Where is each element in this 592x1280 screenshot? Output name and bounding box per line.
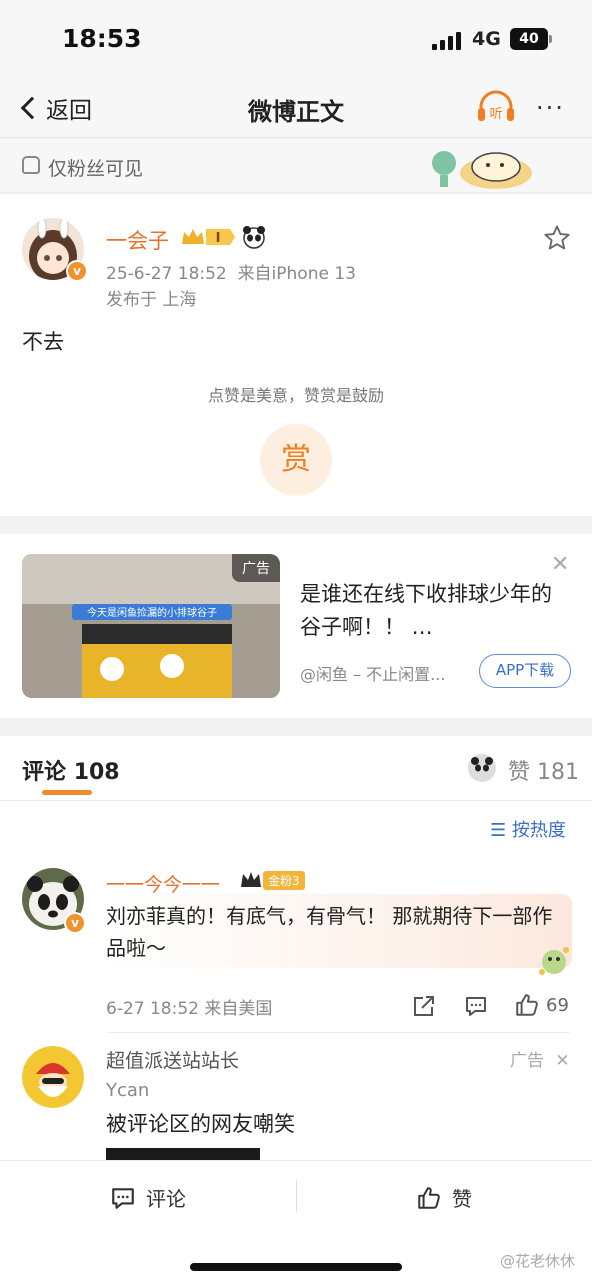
- panda-icon: [243, 226, 265, 249]
- ad-comment-tag-label: 广告: [510, 1051, 544, 1071]
- star-favorite-icon[interactable]: [543, 224, 571, 252]
- crown-level-icon: I: [182, 229, 235, 246]
- reward-button[interactable]: 赏: [260, 424, 332, 496]
- tab-comments[interactable]: 评论 108: [22, 754, 120, 786]
- sort-button[interactable]: ☰ 按热度: [490, 816, 566, 842]
- liker-avatar-icon: [468, 754, 496, 782]
- home-indicator: [190, 1263, 402, 1271]
- close-icon[interactable]: ✕: [555, 1051, 569, 1071]
- comment-icon: [112, 1187, 134, 1209]
- tab-likes-count: 181: [537, 760, 580, 785]
- ad-title[interactable]: 是谁还在线下收排球少年的谷子啊！！ …: [300, 578, 562, 644]
- battery-icon: 40: [510, 28, 552, 50]
- verified-badge-icon: v: [66, 260, 88, 282]
- verified-badge-icon: v: [64, 912, 86, 934]
- ad-badge: 广告: [232, 554, 280, 582]
- visibility-banner: 仅粉丝可见: [0, 139, 592, 193]
- divider: [0, 800, 592, 801]
- level-text: I: [216, 231, 221, 246]
- network-type: 4G: [472, 28, 501, 50]
- post-timestamp: 25-6-27 18:52: [106, 264, 227, 284]
- comments-section: 评论 108 赞 181 ☰ 按热度 v 一一今今一一 金粉3 刘亦菲真的！有底…: [0, 736, 592, 1166]
- nav-bar: 返回 微博正文 听 ···: [0, 80, 592, 138]
- bottom-comment-button[interactable]: 评论: [110, 1183, 186, 1212]
- divider: [106, 1032, 570, 1033]
- post-location: 发布于 上海: [106, 290, 197, 310]
- ad-comment-sub: Ycan: [106, 1080, 150, 1101]
- watermark: @花老休休: [500, 1252, 576, 1270]
- bottom-like-button[interactable]: 赞: [416, 1183, 472, 1212]
- headphone-icon: 听: [478, 90, 514, 122]
- thumbs-up-icon: [418, 1186, 440, 1209]
- bottom-comment-label: 评论: [146, 1187, 186, 1211]
- crown-icon: [241, 872, 261, 887]
- status-bar: 18:53 4G 40: [0, 0, 592, 80]
- share-icon[interactable]: [412, 994, 436, 1018]
- post-meta: 25-6-27 18:52 来自iPhone 13: [106, 259, 356, 284]
- listen-button[interactable]: 听: [476, 88, 516, 126]
- ad-image-caption: 今天是闲鱼捡漏的小排球谷子: [87, 606, 217, 619]
- ad-comment-tag: 广告 ✕: [510, 1046, 570, 1071]
- listen-label: 听: [489, 107, 502, 122]
- app-download-button[interactable]: APP下载: [479, 654, 571, 688]
- divider: [296, 1181, 297, 1211]
- author-name[interactable]: 一会子: [106, 225, 169, 255]
- lock-icon: [22, 156, 40, 174]
- post-source: 来自iPhone 13: [237, 264, 356, 284]
- comment-like-count: 69: [546, 994, 569, 1016]
- reward-hint: 点赞是美意，赞赏是鼓励: [207, 386, 384, 405]
- tab-comments-count: 108: [73, 760, 120, 785]
- thumbs-up-icon: [516, 994, 538, 1016]
- fan-badge-label: 金粉3: [263, 870, 305, 890]
- tab-likes-label: 赞: [508, 760, 531, 785]
- post-card: v 一会子 I 25-6-27 18:52 来自iPhone 13 发布于 上海…: [0, 194, 592, 516]
- comment-meta: 6-27 18:52 来自美国: [106, 999, 273, 1019]
- ad-comment-author[interactable]: 超值派送站站长: [106, 1046, 239, 1073]
- ad-image[interactable]: 今天是闲鱼捡漏的小排球谷子 广告: [22, 554, 280, 698]
- fan-badge: 金粉3: [240, 869, 305, 891]
- more-button[interactable]: ···: [536, 94, 565, 122]
- decoration-sticker-icon: [539, 947, 569, 975]
- visibility-label: 仅粉丝可见: [48, 158, 144, 180]
- comment-text: 刘亦菲真的！有底气，有骨气！ 那就期待下一部作品啦～: [106, 904, 553, 960]
- comment-icon[interactable]: [464, 994, 488, 1018]
- comment-like-button[interactable]: 69: [514, 992, 569, 1018]
- bottom-like-label: 赞: [452, 1187, 472, 1211]
- ad-source: @闲鱼 – 不止闲置...: [300, 665, 446, 684]
- tab-likes[interactable]: 赞 181: [508, 754, 579, 786]
- sort-label: 按热度: [511, 820, 566, 841]
- ad-card[interactable]: 今天是闲鱼捡漏的小排球谷子 广告 是谁还在线下收排球少年的谷子啊！！ … @闲鱼…: [0, 534, 592, 718]
- signal-icon: [432, 32, 462, 50]
- tab-comments-label: 评论: [22, 760, 67, 785]
- tab-active-indicator: [42, 790, 92, 795]
- decoration-illustration-icon: [432, 151, 532, 189]
- close-icon[interactable]: ✕: [551, 552, 569, 577]
- post-content: 不去: [22, 330, 64, 354]
- ad-avatar[interactable]: [22, 1046, 84, 1108]
- ad-comment-text: 被评论区的网友嘲笑: [106, 1112, 295, 1136]
- comment-author[interactable]: 一一今今一一: [106, 870, 220, 897]
- sort-icon: ☰: [490, 820, 507, 841]
- santa-avatar-icon: [22, 1046, 84, 1108]
- status-time: 18:53: [62, 24, 142, 53]
- level-badge: I: [180, 226, 236, 248]
